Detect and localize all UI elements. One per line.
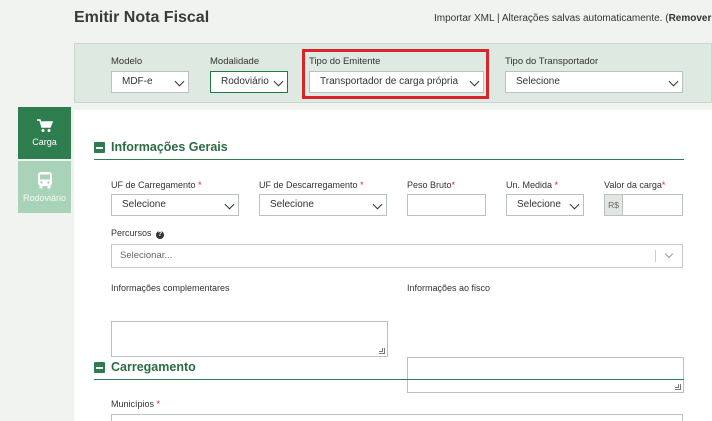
- peso-bruto-input[interactable]: [407, 194, 486, 216]
- chevron-down-icon: [224, 199, 235, 210]
- tipo-emitente-select[interactable]: Transportador de carga própria: [309, 71, 484, 93]
- tipo-emitente-group: Tipo do Emitente Transportador de carga …: [309, 56, 484, 93]
- autosave-status: Alterações salvas automaticamente. (: [501, 13, 669, 24]
- un-medida-label: Un. Medida *: [506, 180, 559, 190]
- percursos-placeholder: Selecionar...: [120, 250, 173, 261]
- tipo-emitente-value: Transportador de carga própria: [320, 76, 459, 87]
- header-actions: Importar XML | Alterações salvas automat…: [434, 13, 712, 24]
- modelo-group: Modelo MDF-e: [111, 56, 189, 93]
- un-medida-value: Selecione: [517, 199, 561, 210]
- percursos-select[interactable]: Selecionar...: [111, 244, 683, 268]
- uf-descarregamento-value: Selecione: [270, 199, 314, 210]
- percursos-label: Percursos ?: [111, 228, 165, 239]
- document-type-filters: Modelo MDF-e Modalidade Rodoviário Tipo …: [74, 43, 712, 103]
- modelo-value: MDF-e: [122, 76, 153, 87]
- info-fisco-label: Informações ao fisco: [407, 283, 491, 293]
- sidebar-item-label: Rodoviário: [22, 193, 67, 203]
- valor-carga-label: Valor da carga*: [604, 180, 666, 190]
- resize-handle-icon[interactable]: [379, 348, 385, 354]
- cart-icon: [36, 119, 53, 132]
- collapse-icon[interactable]: [94, 362, 105, 373]
- info-complementares-textarea[interactable]: [111, 321, 388, 357]
- chevron-down-icon: [273, 76, 284, 87]
- bus-icon: [37, 172, 52, 189]
- currency-prefix: R$: [605, 195, 623, 215]
- select-separator: [655, 250, 656, 262]
- municipios-select[interactable]: [111, 414, 683, 421]
- chevron-down-icon: [668, 76, 679, 87]
- chevron-down-icon: [569, 199, 580, 210]
- tipo-transportador-label: Tipo do Transportador: [505, 56, 599, 67]
- modalidade-value: Rodoviário: [221, 76, 269, 87]
- uf-descarregamento-label: UF de Descarregamento *: [259, 180, 364, 190]
- modalidade-group: Modalidade Rodoviário: [210, 56, 288, 93]
- modalidade-select[interactable]: Rodoviário: [210, 71, 288, 93]
- page-title: Emitir Nota Fiscal: [74, 9, 210, 26]
- tipo-transportador-group: Tipo do Transportador Selecione: [505, 56, 683, 93]
- uf-carregamento-value: Selecione: [122, 199, 166, 210]
- uf-carregamento-label: UF de Carregamento *: [111, 180, 202, 190]
- section-title: Carregamento: [111, 360, 196, 374]
- section-info-gerais: Informações Gerais: [94, 140, 684, 160]
- sidebar-item-label: Carga: [32, 137, 57, 147]
- import-xml-link[interactable]: Importar XML: [434, 13, 494, 24]
- municipios-label: Municípios *: [111, 399, 161, 409]
- tipo-transportador-select[interactable]: Selecione: [505, 71, 683, 93]
- section-carregamento: Carregamento: [94, 360, 684, 380]
- un-medida-select[interactable]: Selecione: [506, 194, 584, 216]
- chevron-down-icon: [174, 76, 185, 87]
- modalidade-label: Modalidade: [210, 56, 260, 67]
- section-title: Informações Gerais: [111, 140, 228, 154]
- tipo-transportador-value: Selecione: [516, 76, 560, 87]
- help-icon[interactable]: ?: [156, 231, 165, 239]
- uf-descarregamento-select[interactable]: Selecione: [259, 194, 387, 216]
- chevron-down-icon: [372, 199, 383, 210]
- header-separator: |: [494, 13, 502, 24]
- remove-changes-link[interactable]: Remover alteraç: [669, 13, 712, 24]
- chevron-down-icon: [469, 76, 480, 87]
- tipo-emitente-label: Tipo do Emitente: [309, 56, 381, 67]
- peso-bruto-label: Peso Bruto*: [407, 180, 456, 190]
- sidebar-item-carga[interactable]: Carga: [18, 107, 71, 159]
- resize-handle-icon[interactable]: [675, 384, 681, 390]
- uf-carregamento-select[interactable]: Selecione: [111, 194, 239, 216]
- form-panel: Informações Gerais UF de Carregamento * …: [74, 110, 712, 421]
- collapse-icon[interactable]: [94, 142, 105, 153]
- valor-carga-input[interactable]: R$: [604, 194, 683, 216]
- modelo-select[interactable]: MDF-e: [111, 71, 189, 93]
- modelo-label: Modelo: [111, 56, 143, 67]
- chevron-down-icon: [664, 249, 674, 259]
- info-complementares-label: Informações complementares: [111, 283, 230, 293]
- sidebar-item-rodoviario[interactable]: Rodoviário: [18, 161, 71, 213]
